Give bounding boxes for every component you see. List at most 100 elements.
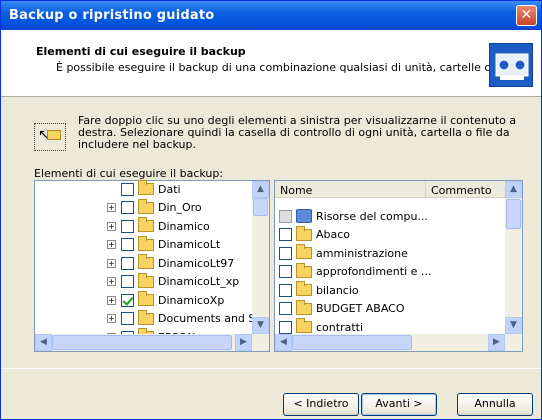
folder-icon	[138, 235, 154, 251]
item-checkbox[interactable]	[279, 209, 292, 223]
item-checkbox[interactable]	[121, 293, 134, 307]
tree-item-label: Dati	[158, 182, 181, 196]
tree-item[interactable]: Dati	[107, 180, 181, 198]
folder-icon	[138, 272, 154, 288]
tree-item-label: DinamicoLt97	[158, 256, 235, 270]
window-title: Backup o ripristino guidato	[9, 8, 215, 23]
folder-icon	[138, 254, 154, 269]
item-checkbox[interactable]	[279, 228, 292, 241]
item-checkbox[interactable]	[121, 201, 134, 214]
scroll-right-icon[interactable]: ▶	[488, 334, 505, 351]
scroll-thumb[interactable]	[52, 335, 232, 350]
list-item[interactable]: approfondimenti e ...	[279, 262, 432, 281]
page-subtitle: È possibile eseguire il backup di una co…	[56, 61, 515, 74]
folder-icon	[138, 180, 154, 195]
tree-horizontal-scrollbar[interactable]: ◀ ▶	[35, 334, 269, 351]
item-checkbox[interactable]	[121, 312, 134, 325]
page-title: Elementi di cui eseguire il backup	[36, 45, 246, 58]
expand-icon[interactable]: +	[107, 221, 116, 231]
tree-item[interactable]: + Din_Oro	[107, 198, 202, 217]
button-separator	[1, 368, 541, 369]
item-checkbox[interactable]	[279, 283, 292, 297]
tree-item[interactable]: + Dinamico	[107, 217, 210, 235]
tree-item-label: DinamicoXp	[158, 293, 225, 307]
title-bar: Backup o ripristino guidato ✕	[1, 1, 541, 30]
expand-icon[interactable]: +	[107, 203, 116, 212]
item-checkbox[interactable]	[121, 256, 134, 270]
scroll-thumb[interactable]	[506, 199, 521, 229]
scroll-left-icon[interactable]: ◀	[35, 334, 52, 351]
list-item[interactable]: BUDGET ABACO	[279, 299, 405, 318]
folder-icon	[296, 299, 312, 315]
tree-item-label: DinamicoLt_xp	[158, 275, 240, 288]
scroll-thumb[interactable]	[253, 198, 268, 216]
scroll-up-icon[interactable]: ▲	[505, 181, 522, 198]
folder-icon	[296, 262, 312, 278]
back-button[interactable]: < Indietro	[283, 393, 359, 416]
folder-icon	[296, 244, 312, 259]
scroll-left-icon[interactable]: ◀	[275, 334, 292, 351]
item-checkbox[interactable]	[279, 302, 292, 315]
wizard-header: Elementi di cui eseguire il backup È pos…	[1, 30, 541, 97]
folder-icon	[138, 309, 154, 325]
file-list[interactable]: Nome Commento Risorse del compu... Abaco a…	[274, 180, 523, 352]
item-checkbox[interactable]	[279, 320, 292, 334]
list-horizontal-scrollbar[interactable]: ◀ ▶	[275, 334, 522, 351]
tree-item-label: Dinamico	[158, 219, 210, 233]
next-button[interactable]: Avanti >	[361, 393, 437, 416]
computer-icon	[296, 209, 312, 223]
folder-icon	[138, 291, 154, 306]
item-checkbox[interactable]	[121, 182, 134, 196]
expand-icon[interactable]: +	[107, 277, 116, 286]
tree-item[interactable]: + Documents and S	[107, 309, 256, 328]
tree-item-label: Din_Oro	[158, 201, 202, 214]
item-checkbox[interactable]	[279, 265, 292, 278]
folder-icon	[138, 198, 154, 214]
tree-item[interactable]: + DinamicoLt_xp	[107, 272, 240, 291]
list-item-label: BUDGET ABACO	[316, 302, 405, 315]
list-item-label: Risorse del compu...	[316, 209, 428, 223]
item-checkbox[interactable]	[121, 219, 134, 233]
item-checkbox[interactable]	[279, 246, 292, 260]
list-item[interactable]: bilancio	[279, 281, 359, 299]
tree-item-label: Documents and S	[158, 312, 256, 325]
list-item[interactable]: Abaco	[279, 225, 350, 244]
items-label: Elementi di cui eseguire il backup:	[34, 167, 224, 180]
backup-icon	[489, 43, 533, 87]
list-item-label: approfondimenti e ...	[316, 265, 432, 278]
cancel-button[interactable]: Annulla	[457, 393, 533, 416]
scroll-down-icon[interactable]: ▼	[505, 317, 522, 334]
expand-icon[interactable]: +	[107, 314, 116, 323]
instruction-text: Fare doppio clic su uno degli elementi a…	[78, 114, 517, 151]
close-icon: ✕	[520, 7, 533, 23]
double-click-hint-icon: ↖	[34, 123, 66, 151]
scroll-down-icon[interactable]: ▼	[252, 317, 269, 334]
tree-vertical-scrollbar[interactable]: ▲ ▼	[252, 181, 269, 334]
tree-item[interactable]: + DinamicoLt97	[107, 254, 234, 272]
column-name-header[interactable]: Nome	[275, 181, 425, 198]
expand-icon[interactable]: +	[107, 258, 116, 268]
tree-item[interactable]: + DinamicoLt	[107, 235, 221, 254]
wizard-window: Backup o ripristino guidato ✕ Elementi d…	[0, 0, 542, 420]
list-vertical-scrollbar[interactable]: ▲ ▼	[505, 181, 522, 334]
folder-icon	[296, 281, 312, 296]
folder-icon	[138, 217, 154, 232]
folder-icon	[296, 318, 312, 333]
tree-item[interactable]: + DinamicoXp	[107, 291, 224, 309]
scroll-up-icon[interactable]: ▲	[252, 181, 269, 198]
folder-icon	[296, 225, 312, 241]
list-item-label: bilancio	[316, 283, 359, 297]
folder-tree[interactable]: Dati + Din_Oro + Dinamico + DinamicoLt + Dinamic…	[34, 180, 270, 352]
list-item[interactable]: amministrazione	[279, 244, 408, 262]
list-item[interactable]: Risorse del compu...	[279, 207, 428, 225]
item-checkbox[interactable]	[121, 275, 134, 288]
scroll-right-icon[interactable]: ▶	[235, 334, 252, 351]
scroll-thumb[interactable]	[292, 335, 412, 350]
expand-icon[interactable]: +	[107, 295, 116, 305]
tree-item-label: DinamicoLt	[158, 238, 221, 251]
close-button[interactable]: ✕	[516, 5, 537, 26]
column-comment-header[interactable]: Commento	[425, 181, 505, 198]
item-checkbox[interactable]	[121, 238, 134, 251]
expand-icon[interactable]: +	[107, 240, 116, 249]
list-item-label: amministrazione	[316, 246, 408, 260]
